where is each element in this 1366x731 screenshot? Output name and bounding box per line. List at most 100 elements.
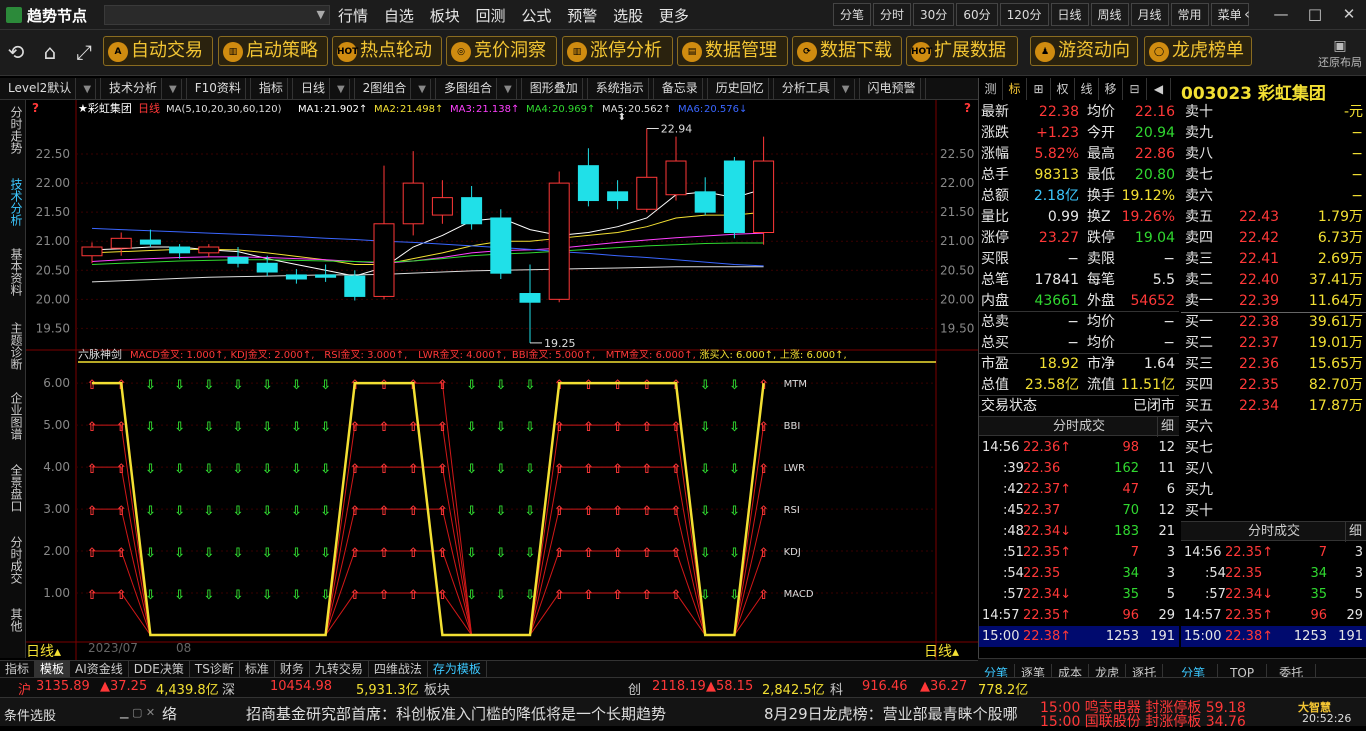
auto-trade-button[interactable]: A 自动交易 — [103, 36, 213, 66]
restore-layout-button[interactable]: ▣ 还原布局 — [1318, 38, 1362, 70]
indicator-tab-5[interactable]: 标准 — [240, 661, 275, 677]
quote-tab-5[interactable]: 移 — [1099, 78, 1123, 100]
quote-tab-1[interactable]: 标 — [1003, 78, 1027, 100]
chart-tool-1[interactable]: 技术分析 ▼ — [101, 78, 187, 100]
menu-item[interactable]: 更多 — [659, 5, 689, 26]
data-manage-button[interactable]: ▤ 数据管理 — [677, 36, 788, 66]
chevron-down-icon[interactable]: ▼ — [317, 8, 325, 21]
indicator-tab-4[interactable]: TS诊断 — [190, 661, 240, 677]
hot-rotation-button[interactable]: HOT热点轮动 — [332, 36, 442, 66]
book-row[interactable]: 卖十 -元 — [1181, 102, 1366, 123]
quote-tab-6[interactable]: ⊟ — [1123, 78, 1147, 100]
window-icons[interactable]: ▁ ▢ ✕ — [120, 706, 155, 719]
chart-tool-5[interactable]: 2图组合 ▼ — [355, 78, 436, 100]
book-row[interactable]: 卖四 22.42 6.73万 — [1181, 228, 1366, 249]
book-row[interactable]: 卖五 22.43 1.79万 — [1181, 207, 1366, 228]
indicator-tab-1[interactable]: 模板 — [35, 661, 71, 677]
search-input[interactable]: ▼ — [104, 5, 330, 25]
menu-item[interactable]: 板块 — [430, 5, 460, 26]
book-row[interactable]: 买四 22.35 82.70万 — [1181, 375, 1366, 396]
quote-tab-7[interactable]: ◀ — [1147, 78, 1171, 100]
hot-money-button[interactable]: ♟ 游资动向 — [1030, 36, 1138, 66]
book-row[interactable]: 买五 22.34 17.87万 — [1181, 396, 1366, 417]
chart-tool-12[interactable]: 闪电预警 — [860, 78, 926, 99]
kline-chart[interactable]: 22.50 22.50 22.00 22.00 21.50 21.50 21.00 21.00… — [26, 100, 978, 660]
limit-up-analysis-button[interactable]: ▥ 涨停分析 — [562, 36, 673, 66]
start-strategy-button[interactable]: ▥ 启动策略 — [218, 36, 328, 66]
quote-tab-3[interactable]: 权 — [1051, 78, 1075, 100]
book-row[interactable]: 买十 — [1181, 501, 1366, 522]
minimize-icon[interactable]: — — [1264, 0, 1298, 28]
home-icon[interactable]: ⌂ — [36, 38, 64, 66]
chart-tool-7[interactable]: 图形叠加 — [522, 78, 588, 99]
board-label[interactable]: 板块 — [424, 679, 450, 698]
book-row[interactable]: 卖八 − — [1181, 144, 1366, 165]
indicator-tab-3[interactable]: DDE决策 — [129, 661, 190, 677]
menu-item[interactable]: 回测 — [476, 5, 506, 26]
maximize-icon[interactable]: □ — [1298, 0, 1332, 28]
fullscreen-icon[interactable]: ⤢ — [70, 38, 98, 66]
data-download-button[interactable]: ⟳ 数据下载 — [792, 36, 902, 66]
menu-item[interactable]: 公式 — [521, 5, 551, 26]
book-row[interactable]: 卖七 − — [1181, 165, 1366, 186]
sz-index[interactable]: 10454.98 — [270, 679, 332, 694]
book-row[interactable]: 卖六 − — [1181, 186, 1366, 207]
menu-item[interactable]: 行情 — [338, 5, 368, 26]
menu-item[interactable]: 预警 — [567, 5, 597, 26]
indicator-tab-7[interactable]: 九转交易 — [310, 661, 369, 677]
book-row[interactable]: 买七 — [1181, 438, 1366, 459]
back-arrow-icon[interactable]: ⟲ — [2, 38, 30, 66]
sidebar-item-5[interactable]: 全景盘口 — [3, 464, 23, 512]
quote-tab-2[interactable]: ⊞ — [1027, 78, 1051, 100]
indicator-tab-2[interactable]: AI资金线 — [70, 661, 129, 677]
news-item[interactable]: 8月29日龙虎榜：营业部最青睐个股哪 — [764, 703, 1018, 724]
quote-tab-4[interactable]: 线 — [1075, 78, 1099, 100]
chart-tool-9[interactable]: 备忘录 — [654, 78, 708, 99]
indicator-tab-8[interactable]: 四维战法 — [369, 661, 428, 677]
dragon-tiger-button[interactable]: ◯ 龙虎榜单 — [1144, 36, 1252, 66]
chart-tool-4[interactable]: 日线 ▼ — [293, 78, 355, 100]
close-icon[interactable]: ✕ — [1332, 0, 1366, 28]
detail-button[interactable]: 细 — [1345, 522, 1365, 542]
book-row[interactable]: 买二 22.37 19.01万 — [1181, 333, 1366, 354]
book-row[interactable]: 卖一 22.39 11.64万 — [1181, 291, 1366, 312]
chart-tool-0[interactable]: Level2默认 ▼ — [0, 78, 102, 100]
sidebar-item-0[interactable]: 分时走势 — [3, 106, 23, 154]
auction-insight-button[interactable]: ◎ 竞价洞察 — [446, 36, 557, 66]
sidebar-item-4[interactable]: 企业图谱 — [3, 392, 23, 440]
tab-period[interactable]: 常用 — [1170, 3, 1209, 26]
sidebar-item-7[interactable]: 其他 — [3, 608, 23, 632]
chart-tool-11[interactable]: 分析工具 ▼ — [774, 78, 860, 100]
tab-period[interactable]: 分笔 — [833, 3, 872, 26]
menu-item[interactable]: 自选 — [384, 5, 414, 26]
chart-tool-3[interactable]: 指标 — [251, 78, 293, 99]
tab-period[interactable]: 30分 — [913, 3, 955, 26]
cy-index[interactable]: 2118.19 — [652, 679, 706, 694]
book-row[interactable]: 买一 22.38 39.61万 — [1181, 312, 1366, 333]
tab-period[interactable]: 60分 — [956, 3, 998, 26]
menu-item[interactable]: 选股 — [613, 5, 643, 26]
tab-period[interactable]: 分时 — [873, 3, 912, 26]
chart-tool-2[interactable]: F10资料 — [187, 78, 251, 99]
indicator-tab-9[interactable]: 存为模板 — [428, 661, 487, 677]
chart-tool-6[interactable]: 多图组合 ▼ — [436, 78, 522, 100]
sidebar-item-6[interactable]: 分时成交 — [3, 536, 23, 584]
kc-index[interactable]: 916.46 — [862, 679, 908, 694]
detail-button[interactable]: 细 — [1157, 417, 1177, 437]
tab-period[interactable]: 120分 — [999, 3, 1049, 26]
book-row[interactable]: 买九 — [1181, 480, 1366, 501]
extend-data-button[interactable]: HOT扩展数据 — [906, 36, 1018, 66]
tab-period[interactable]: 周线 — [1090, 3, 1129, 26]
book-row[interactable]: 卖二 22.40 37.41万 — [1181, 270, 1366, 291]
condition-select-button[interactable]: 条件选股 — [4, 705, 56, 724]
book-row[interactable]: 买三 22.36 15.65万 — [1181, 354, 1366, 375]
tab-period[interactable]: 日线 — [1050, 3, 1089, 26]
book-row[interactable]: 买六 — [1181, 417, 1366, 438]
book-row[interactable]: 卖三 22.41 2.69万 — [1181, 249, 1366, 270]
chart-tool-8[interactable]: 系统指示 — [588, 78, 654, 99]
chart-area[interactable]: 22.50 22.50 22.00 22.00 21.50 21.50 21.00 21.00… — [26, 100, 978, 660]
indicator-tab-0[interactable]: 指标 — [0, 661, 36, 677]
sidebar-item-3[interactable]: 主题诊断 — [3, 322, 23, 370]
book-row[interactable]: 卖九 − — [1181, 123, 1366, 144]
indicator-tab-6[interactable]: 财务 — [275, 661, 310, 677]
